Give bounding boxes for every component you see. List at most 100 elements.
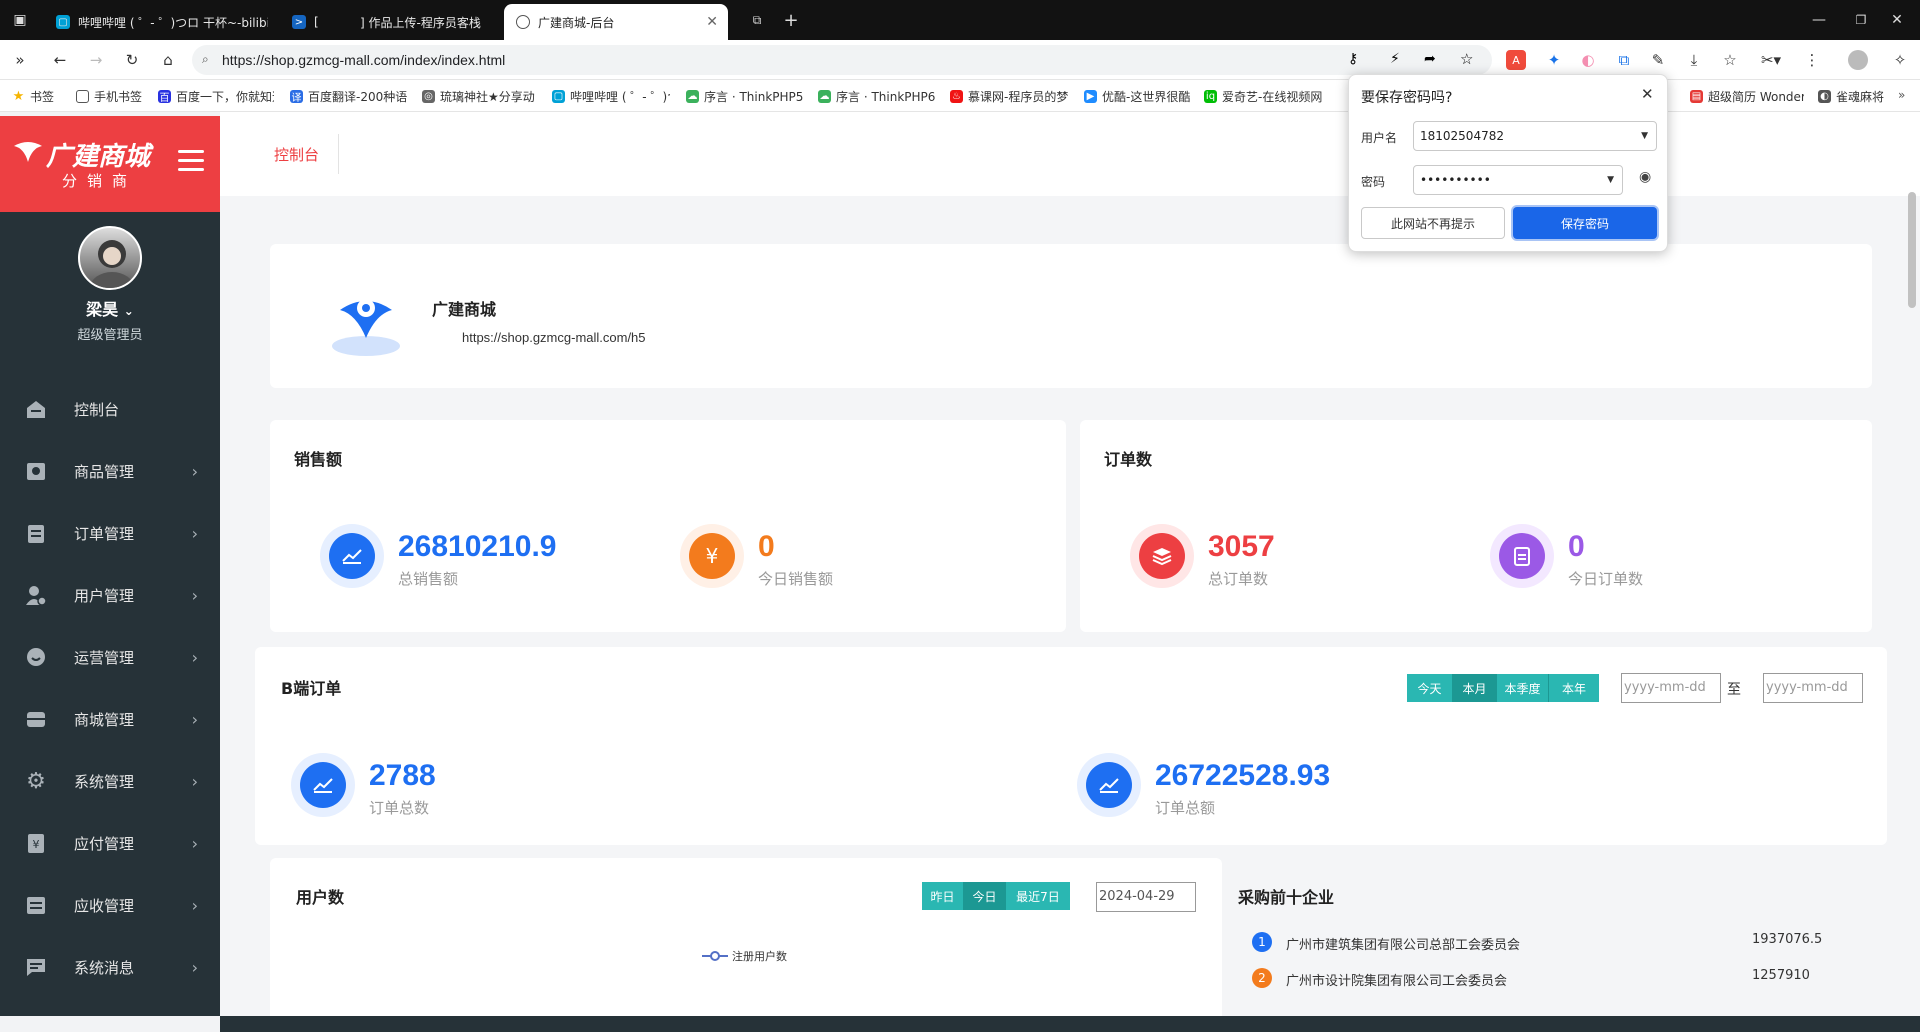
dropdown-icon[interactable]: ▼ — [1641, 131, 1648, 141]
tab-bilibili[interactable]: ▢ 哔哩哔哩 ( ゜- ゜)つロ 干杯~-bilibili — [44, 4, 268, 40]
menu-item-messages[interactable]: 系统消息 › — [0, 936, 220, 998]
tab-upload[interactable]: ] 作品上传-程序员客栈 — [348, 4, 498, 40]
tab-active[interactable]: 广建商城-后台 ✕ — [504, 4, 728, 40]
range-today-button[interactable]: 今日 — [964, 882, 1006, 910]
bookmark-item[interactable]: ☁ 序言 · ThinkPHP6 — [818, 88, 936, 105]
more-icon[interactable]: ⋮ — [1802, 50, 1822, 70]
minimize-icon[interactable]: — — [1796, 0, 1842, 40]
bookmark-item[interactable]: ◐ 雀魂麻将 — [1818, 88, 1890, 105]
pig-extension-icon[interactable]: ◐ — [1578, 50, 1598, 70]
tab-bracket[interactable]: > [ — [280, 4, 340, 40]
bookmark-item[interactable]: iq 爱奇艺-在线视频网 — [1204, 88, 1324, 105]
end-date-input[interactable]: yyyy-mm-dd — [1763, 673, 1863, 703]
download-icon[interactable]: ⤓ — [1684, 50, 1704, 70]
shop-url[interactable]: https://shop.gzmcg-mall.com/h5 — [462, 330, 646, 345]
bookmark-item[interactable]: ▢ 哔哩哔哩 ( ゜- ゜)つ — [552, 88, 670, 105]
user-name-text: 梁昊 — [86, 300, 119, 319]
range-month-button[interactable]: 本月 — [1453, 674, 1497, 702]
menu-item-dashboard[interactable]: 控制台 — [0, 378, 220, 440]
breadcrumb-dashboard[interactable]: 控制台 — [274, 144, 319, 165]
dropdown-icon[interactable]: ▼ — [1607, 175, 1614, 185]
menu-item-store[interactable]: 商城管理 › — [0, 688, 220, 750]
tab-grid-icon[interactable]: ⧉ — [742, 0, 772, 40]
bolt-icon[interactable]: ⚡ — [1390, 51, 1400, 67]
menu-label: 订单管理 — [74, 524, 135, 543]
profile-avatar[interactable] — [1848, 50, 1868, 70]
save-password-dialog: 要保存密码吗? ✕ 用户名 18102504782 ▼ 密码 •••••••••… — [1348, 74, 1668, 252]
forward-icon[interactable]: → — [86, 50, 106, 70]
thinkphp-icon: ☁ — [818, 90, 831, 103]
menu-item-receivable[interactable]: 应收管理 › — [0, 874, 220, 936]
username-field[interactable]: 18102504782 ▼ — [1413, 121, 1657, 151]
close-icon[interactable]: ✕ — [706, 14, 718, 30]
chevron-right-icon: › — [191, 833, 198, 853]
avatar[interactable] — [78, 226, 142, 290]
bookmark-item[interactable]: ★ 书签 — [12, 88, 54, 105]
bookmarks-overflow-icon[interactable]: » — [1898, 88, 1905, 102]
user-role: 超级管理员 — [77, 328, 143, 343]
phone-icon — [76, 90, 89, 103]
menu-item-products[interactable]: 商品管理 › — [0, 440, 220, 502]
bookmark-item[interactable]: ☁ 序言 · ThinkPHP5 — [686, 88, 804, 105]
reload-icon[interactable]: ↻ — [122, 50, 142, 70]
translate-extension-icon[interactable]: ⧉ — [1614, 50, 1634, 70]
menu-item-payable[interactable]: ¥ 应付管理 › — [0, 812, 220, 874]
range-yesterday-button[interactable]: 昨日 — [922, 882, 964, 910]
clipboard-icon — [24, 521, 48, 545]
menu-item-users[interactable]: 用户管理 › — [0, 564, 220, 626]
menu-item-orders[interactable]: 订单管理 › — [0, 502, 220, 564]
page-scrollbar[interactable] — [1908, 192, 1916, 308]
back-icon[interactable]: ← — [50, 50, 70, 70]
rank-badge: 1 — [1252, 932, 1272, 952]
user-date-input[interactable]: 2024-04-29 — [1096, 882, 1196, 912]
address-bar[interactable]: ⌕ https://shop.gzmcg-mall.com/index/inde… — [192, 45, 1492, 75]
bookmark-label: 书签 — [30, 90, 55, 104]
card-title: B端订单 — [281, 679, 342, 698]
today-sales-label: 今日销售额 — [758, 570, 834, 588]
range-quarter-button[interactable]: 本季度 — [1497, 674, 1549, 702]
star-icon: ★ — [12, 89, 25, 104]
shop-info-card: 广建商城 https://shop.gzmcg-mall.com/h5 — [270, 244, 1872, 388]
screenshot-icon[interactable]: ✂▾ — [1756, 50, 1786, 70]
expand-icon[interactable]: » — [10, 50, 30, 70]
bookmark-item[interactable]: ◎ 琉璃神社★分享动 — [422, 88, 540, 105]
bookmark-item[interactable]: ▶ 优酷-这世界很酷 — [1084, 88, 1196, 105]
save-password-button[interactable]: 保存密码 — [1513, 207, 1657, 239]
range-today-button[interactable]: 今天 — [1407, 674, 1453, 702]
new-tab-icon[interactable]: + — [776, 0, 806, 40]
b-order-amount-label: 订单总额 — [1155, 799, 1216, 817]
today-orders-label: 今日订单数 — [1568, 570, 1644, 588]
start-date-input[interactable]: yyyy-mm-dd — [1621, 673, 1721, 703]
star-icon[interactable]: ☆ — [1460, 50, 1473, 68]
menu-item-operations[interactable]: 运营管理 › — [0, 626, 220, 688]
bookmark-item[interactable]: 百百度一下，你就知道 — [158, 88, 274, 105]
eye-icon[interactable]: ◉ — [1639, 169, 1651, 185]
signature-icon[interactable]: ✎ — [1648, 50, 1668, 70]
bookmark-item[interactable]: 手机书签 — [76, 88, 156, 105]
b-order-count-label: 订单总数 — [369, 799, 430, 817]
shop-logo — [332, 299, 400, 356]
close-icon[interactable]: ✕ — [1641, 85, 1654, 103]
menu-toggle-icon[interactable] — [178, 150, 204, 172]
range-7days-button[interactable]: 最近7日 — [1006, 882, 1070, 910]
bookmark-item[interactable]: 译百度翻译-200种语 — [290, 88, 408, 105]
url-text[interactable]: https://shop.gzmcg-mall.com/index/index.… — [222, 52, 505, 68]
key-icon[interactable]: ⚷ — [1348, 51, 1358, 67]
user-name[interactable]: 梁昊 ⌄ — [0, 296, 220, 320]
bookmark-item[interactable]: ▤ 超级简历 Wonder — [1690, 88, 1804, 105]
menu-item-system[interactable]: ⚙ 系统管理 › — [0, 750, 220, 812]
home-icon[interactable]: ⌂ — [158, 50, 178, 70]
window-close-icon[interactable]: ✕ — [1874, 0, 1920, 40]
bird-extension-icon[interactable]: ✦ — [1544, 50, 1564, 70]
pdf-extension-icon[interactable]: A — [1506, 50, 1526, 70]
assistant-icon[interactable]: ✧ — [1890, 50, 1910, 70]
range-year-button[interactable]: 本年 — [1549, 674, 1599, 702]
tab-actions-icon[interactable]: ▣ — [0, 0, 40, 40]
password-field[interactable]: •••••••••• ▼ — [1413, 165, 1623, 195]
svg-text:¥: ¥ — [33, 838, 40, 851]
share-icon[interactable]: ➦ — [1424, 51, 1436, 67]
bookmark-item[interactable]: ♨ 慕课网-程序员的梦 — [950, 88, 1068, 105]
never-save-button[interactable]: 此网站不再提示 — [1361, 207, 1505, 239]
favorites-icon[interactable]: ☆ — [1720, 50, 1740, 70]
menu-label: 运营管理 — [74, 648, 135, 667]
